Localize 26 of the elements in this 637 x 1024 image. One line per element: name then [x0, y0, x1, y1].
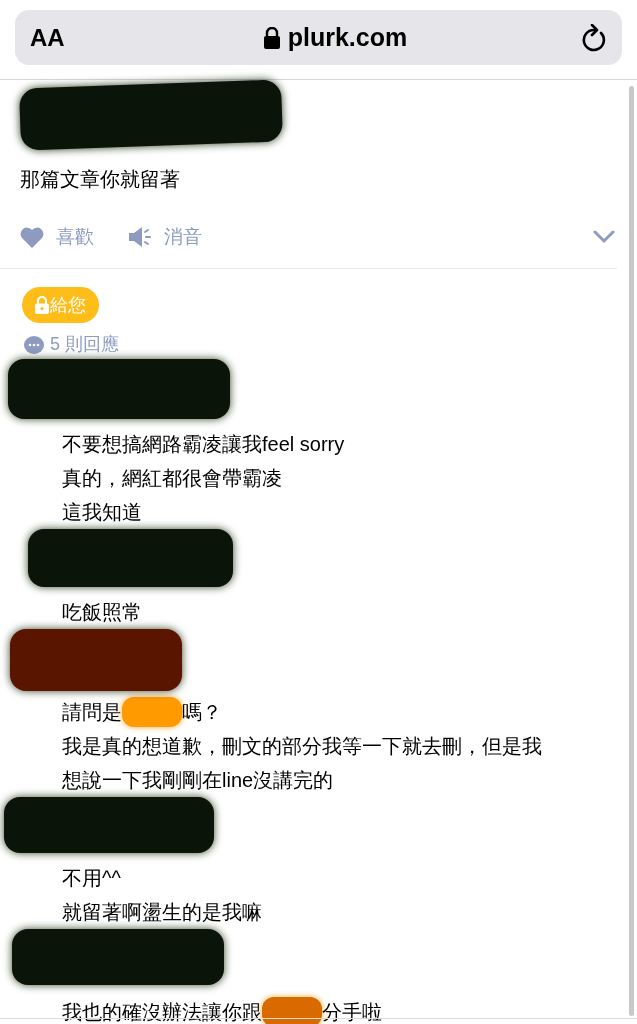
- comment-text: 嗎？: [182, 700, 222, 725]
- heart-icon: [20, 226, 44, 248]
- reload-icon[interactable]: [581, 23, 607, 52]
- response-count[interactable]: 5 則回應: [50, 331, 119, 358]
- comment-text: 吃飯照常: [62, 600, 142, 625]
- lock-icon: [263, 26, 280, 49]
- comment-text: 分手啦: [322, 1000, 382, 1024]
- url-text[interactable]: plurk.com: [287, 18, 408, 57]
- mute-button[interactable]: 消音: [128, 222, 202, 252]
- comment-icon: [24, 335, 44, 354]
- comment-text: 我是真的想道歉，刪文的部分我等一下就去刪，但是我: [62, 734, 542, 759]
- comment-text: 真的，網紅都很會帶霸凌: [62, 466, 282, 491]
- speaker-icon: [128, 226, 152, 248]
- chevron-down-icon[interactable]: [593, 230, 615, 244]
- comment-text: 請問是: [62, 700, 122, 725]
- comment-text: 不用^^: [62, 866, 121, 891]
- badge-text: 給您: [50, 293, 86, 317]
- lock-icon: [35, 296, 49, 314]
- post-text: 那篇文章你就留著: [20, 167, 181, 192]
- comment-text: 想說一下我剛剛在line沒講完的: [62, 768, 334, 793]
- comment-text: 這我知道: [62, 500, 142, 525]
- text-size-button[interactable]: AA: [30, 19, 90, 56]
- like-button[interactable]: 喜歡: [20, 222, 94, 252]
- comment-text: 就留著啊盪生的是我嘛: [62, 900, 262, 925]
- scroll-bar[interactable]: [629, 86, 634, 1016]
- comment-text: 不要想搞網路霸凌讓我feel sorry: [62, 432, 345, 457]
